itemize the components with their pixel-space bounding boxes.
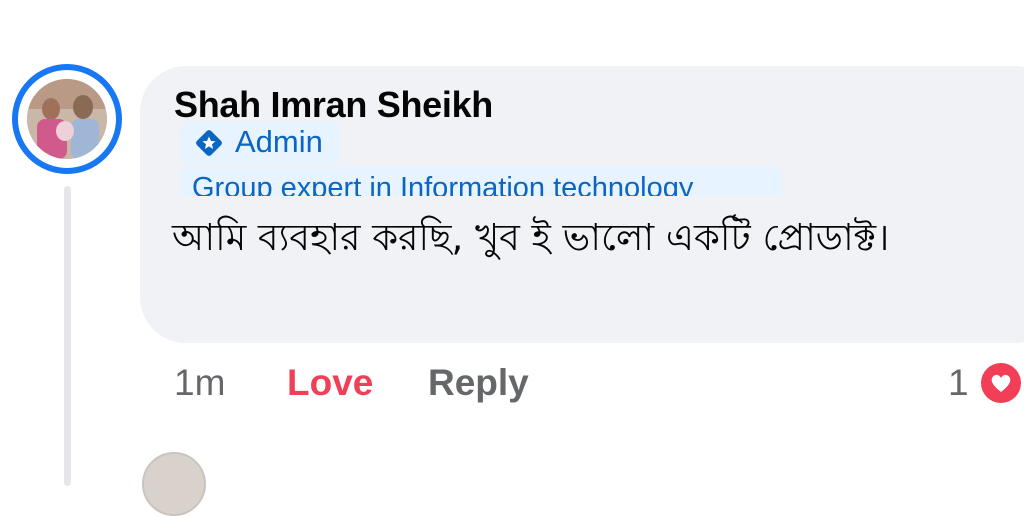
expert-label: Group expert in Information technology: [192, 172, 694, 196]
love-button[interactable]: Love: [287, 362, 373, 404]
avatar-photo: [27, 79, 107, 159]
expert-badge: Group expert in Information technology: [180, 166, 782, 196]
next-comment-avatar[interactable]: [142, 452, 206, 516]
author-avatar[interactable]: [12, 64, 122, 174]
admin-label: Admin: [235, 124, 323, 159]
thread-line: [64, 186, 71, 486]
love-reaction-icon[interactable]: [978, 360, 1024, 406]
reply-button[interactable]: Reply: [428, 362, 529, 404]
comment-text: আমি ব্যবহার করছি, খুব ই ভালো একটি প্রোডা…: [172, 216, 890, 259]
admin-shield-diamond-icon: [196, 130, 222, 156]
comment-timestamp[interactable]: 1m: [174, 362, 225, 404]
author-name[interactable]: Shah Imran Sheikh: [174, 84, 493, 126]
reaction-count[interactable]: 1: [948, 362, 969, 404]
